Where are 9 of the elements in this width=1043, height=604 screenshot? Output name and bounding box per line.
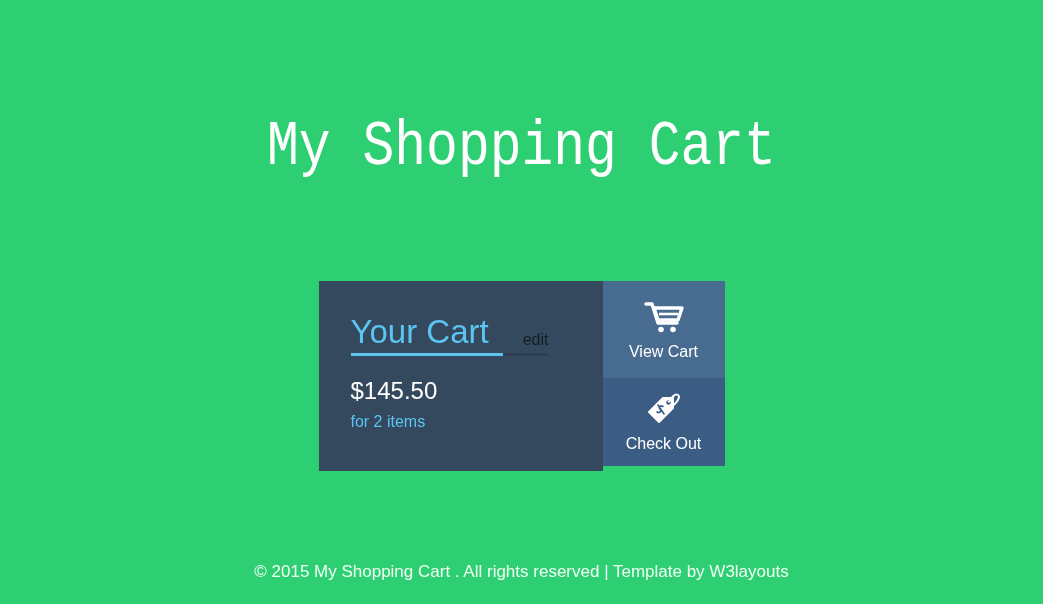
item-count: for 2 items xyxy=(350,412,427,432)
view-cart-button[interactable]: View Cart xyxy=(602,281,725,378)
cart-icon xyxy=(643,301,684,333)
cart-total: $145.50 xyxy=(350,376,439,406)
check-out-button[interactable]: Check Out xyxy=(602,378,725,466)
page-title: My Shopping Cart xyxy=(267,110,776,185)
cart-title: Your Cart xyxy=(350,313,503,356)
footer-text: © 2015 My Shopping Cart . All rights reserved | Template by W3layouts xyxy=(254,562,789,582)
price-tag-icon xyxy=(646,392,681,424)
